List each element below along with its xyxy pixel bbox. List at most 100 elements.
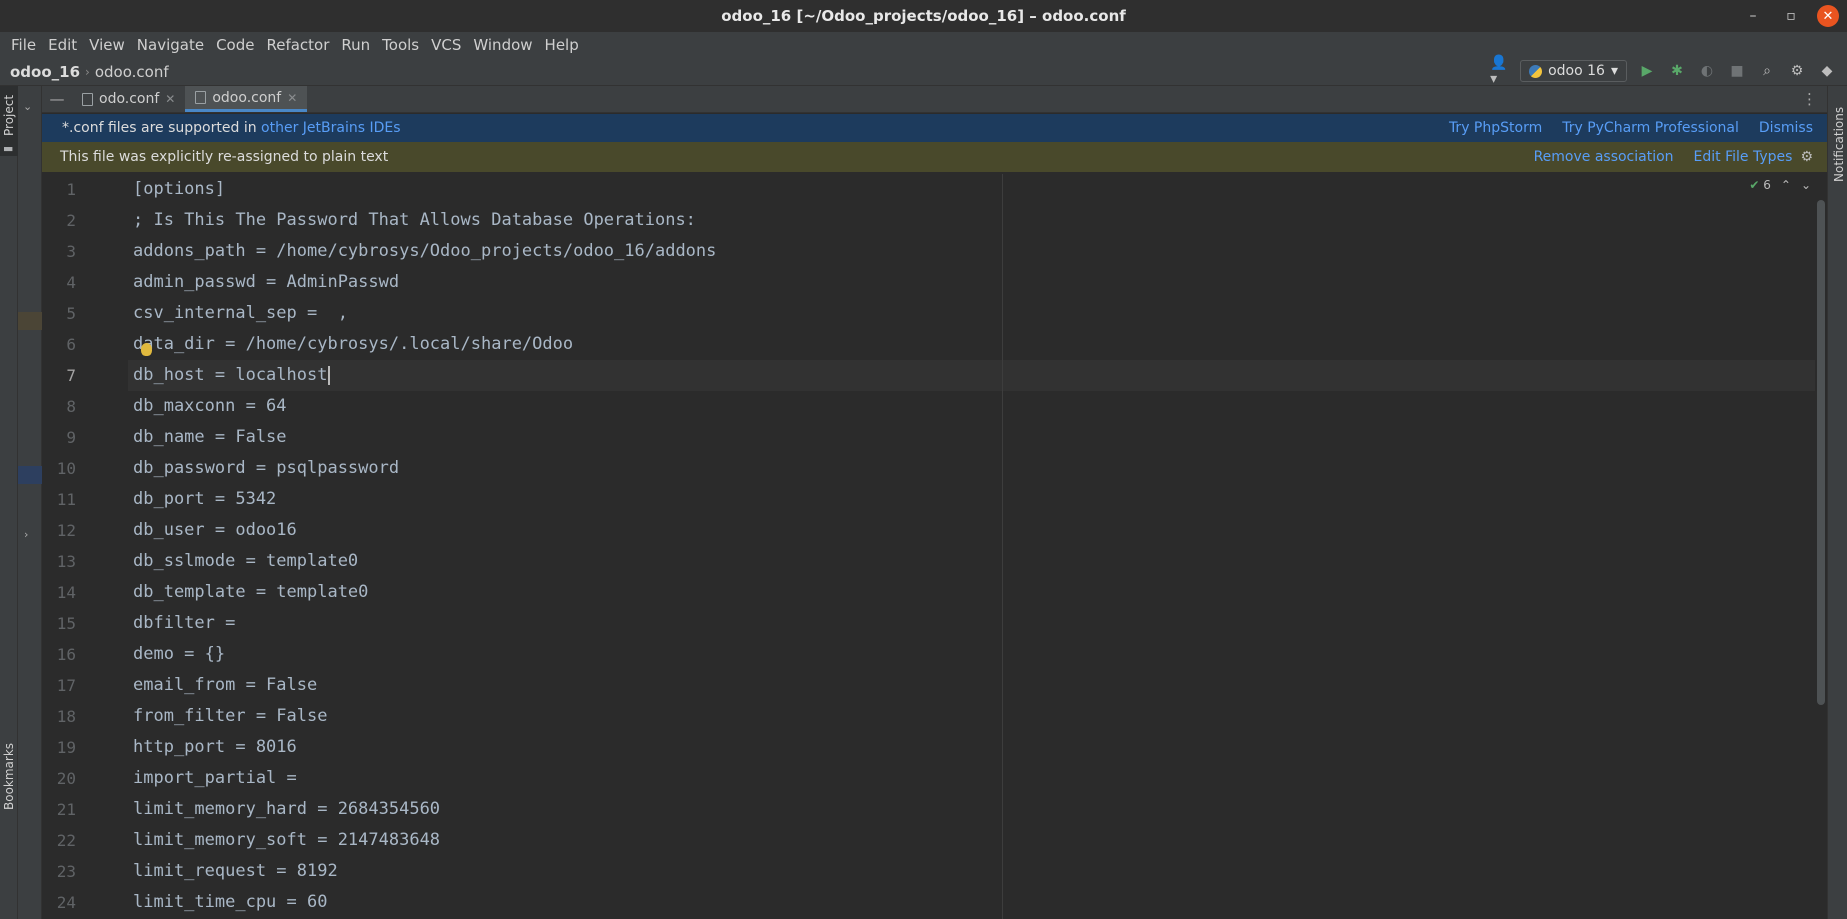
code-line[interactable]: limit_memory_hard = 2684354560 [133,794,716,825]
inspection-count: 6 [1763,178,1771,192]
code-line[interactable]: csv_internal_sep = , [133,298,716,329]
code-line[interactable]: db_host = localhost [133,360,716,391]
code-line[interactable]: db_port = 5342 [133,484,716,515]
menu-vcs[interactable]: VCS [425,36,467,54]
line-number: 13 [56,552,76,571]
code-line[interactable]: dbfilter = [133,608,716,639]
run-configuration-select[interactable]: odoo 16 ▾ [1520,60,1627,82]
code-line[interactable]: http_port = 8016 [133,732,716,763]
code-line-text: limit_memory_soft = 2147483648 [133,830,441,850]
menu-refactor[interactable]: Refactor [260,36,335,54]
try-phpstorm-link[interactable]: Try PhpStorm [1449,120,1542,136]
code-line-text: db_sslmode = template0 [133,551,359,571]
code-line[interactable]: import_partial = [133,763,716,794]
code-line-text: http_port = 8016 [133,737,297,757]
code-content[interactable]: [options] ; Is This The Password That All… [133,174,716,918]
project-panel[interactable]: ⌄ › [18,86,42,919]
code-line[interactable]: db_template = template0 [133,577,716,608]
code-line[interactable]: limit_time_cpu = 60 [133,887,716,918]
breadcrumb-file[interactable]: odoo.conf [95,63,169,81]
code-line[interactable]: limit_memory_soft = 2147483648 [133,825,716,856]
bookmarks-tool-tab[interactable]: Bookmarks [0,698,18,818]
banner-actions: Remove association Edit File Types ⚙ [1534,142,1813,172]
line-number: 11 [56,490,76,509]
dismiss-link[interactable]: Dismiss [1759,120,1813,136]
code-line[interactable]: [options] [133,174,716,205]
breadcrumb-project[interactable]: odoo_16 [10,63,80,81]
line-number: 7 [66,366,76,385]
tab-odo-conf[interactable]: odo.conf ✕ [72,86,185,112]
code-line-text: import_partial = [133,768,297,788]
vertical-scrollbar[interactable] [1817,200,1825,705]
code-line[interactable]: db_name = False [133,422,716,453]
close-tab-icon[interactable]: ✕ [165,92,175,106]
lightbulb-icon[interactable] [141,343,152,356]
text-caret [328,365,331,385]
code-line-text: db_port = 5342 [133,489,277,509]
maximize-icon[interactable]: ▫ [1779,4,1803,28]
tab-odoo-conf[interactable]: odoo.conf ✕ [185,86,308,112]
code-line[interactable]: addons_path = /home/cybrosys/Odoo_projec… [133,236,716,267]
try-pycharm-professional-link[interactable]: Try PyCharm Professional [1562,120,1739,136]
jetbrains-logo-icon[interactable]: ◆ [1817,60,1837,82]
collapse-chevron-icon[interactable]: › [24,528,28,541]
menu-view[interactable]: View [83,36,131,54]
project-tree-selection [18,466,42,484]
project-tool-tab[interactable]: Project ▬ [0,86,18,156]
code-line[interactable]: data_dir = /home/cybrosys/.local/share/O… [133,329,716,360]
close-window-icon[interactable]: ✕ [1817,5,1839,27]
notifications-tool-tab[interactable]: Notifications [1828,86,1847,186]
line-number: 6 [66,335,76,354]
menu-code[interactable]: Code [210,36,260,54]
code-line[interactable]: from_filter = False [133,701,716,732]
stop-icon[interactable]: ■ [1727,60,1747,82]
inspection-widget[interactable]: ✔ 6 ⌃ ⌄ [1749,178,1811,192]
menu-run[interactable]: Run [335,36,376,54]
code-line[interactable]: db_sslmode = template0 [133,546,716,577]
close-tab-icon[interactable]: ✕ [287,91,297,105]
hide-panel-icon[interactable]: — [42,86,72,112]
menu-file[interactable]: File [5,36,42,54]
code-editor[interactable]: 1 2 3 4 5 6 7 8 9 10 11 12 13 14 15 16 17 18 19 20 21 22 23 24 … [42,174,1827,919]
coverage-icon[interactable]: ◐ [1697,60,1717,82]
line-numbers: 1 2 3 4 5 6 7 8 9 10 11 12 13 14 15 16 17 18 19 20 21 22 23 24 [42,174,76,918]
code-line[interactable]: db_user = odoo16 [133,515,716,546]
menu-edit[interactable]: Edit [42,36,83,54]
more-tabs-icon[interactable]: ⋮ [1802,90,1817,108]
menu-navigate[interactable]: Navigate [131,36,210,54]
code-line[interactable]: db_password = psqlpassword [133,453,716,484]
tab-label: odo.conf [99,91,160,107]
menu-window[interactable]: Window [467,36,538,54]
code-line[interactable]: ; Is This The Password That Allows Datab… [133,205,716,236]
edit-file-types-link[interactable]: Edit File Types [1694,149,1793,165]
tab-label: odoo.conf [212,89,282,106]
chevron-down-icon: ▾ [1610,63,1618,79]
code-line-text: from_filter = False [133,706,328,726]
settings-gear-icon[interactable]: ⚙ [1787,60,1807,82]
menu-tools[interactable]: Tools [376,36,425,54]
debug-icon[interactable]: ✱ [1667,60,1687,82]
text-file-icon [195,91,207,104]
minimize-icon[interactable]: – [1741,4,1765,28]
banner-text: *.conf files are supported in [62,120,257,136]
code-line-text: db_template = template0 [133,582,369,602]
remove-association-link[interactable]: Remove association [1534,149,1674,165]
chevron-up-icon[interactable]: ⌃ [1781,178,1791,192]
code-line[interactable]: limit_request = 8192 [133,856,716,887]
line-number: 23 [56,862,76,881]
vcs-user-icon[interactable]: 👤▾ [1490,55,1510,87]
menu-help[interactable]: Help [539,36,585,54]
chevron-down-icon[interactable]: ⌄ [1801,178,1811,192]
expand-chevron-icon[interactable]: ⌄ [23,100,32,113]
code-line[interactable]: email_from = False [133,670,716,701]
code-line-text: demo = {} [133,644,226,664]
other-ides-link[interactable]: other JetBrains IDEs [261,120,400,136]
code-line[interactable]: admin_passwd = AdminPasswd [133,267,716,298]
line-number: 9 [66,428,76,447]
code-line[interactable]: db_maxconn = 64 [133,391,716,422]
banner-actions: Try PhpStorm Try PyCharm Professional Di… [1449,114,1813,142]
gear-icon[interactable]: ⚙ [1800,149,1813,165]
code-line[interactable]: demo = {} [133,639,716,670]
run-icon[interactable]: ▶ [1637,60,1657,82]
search-icon[interactable]: ⌕ [1757,60,1777,82]
